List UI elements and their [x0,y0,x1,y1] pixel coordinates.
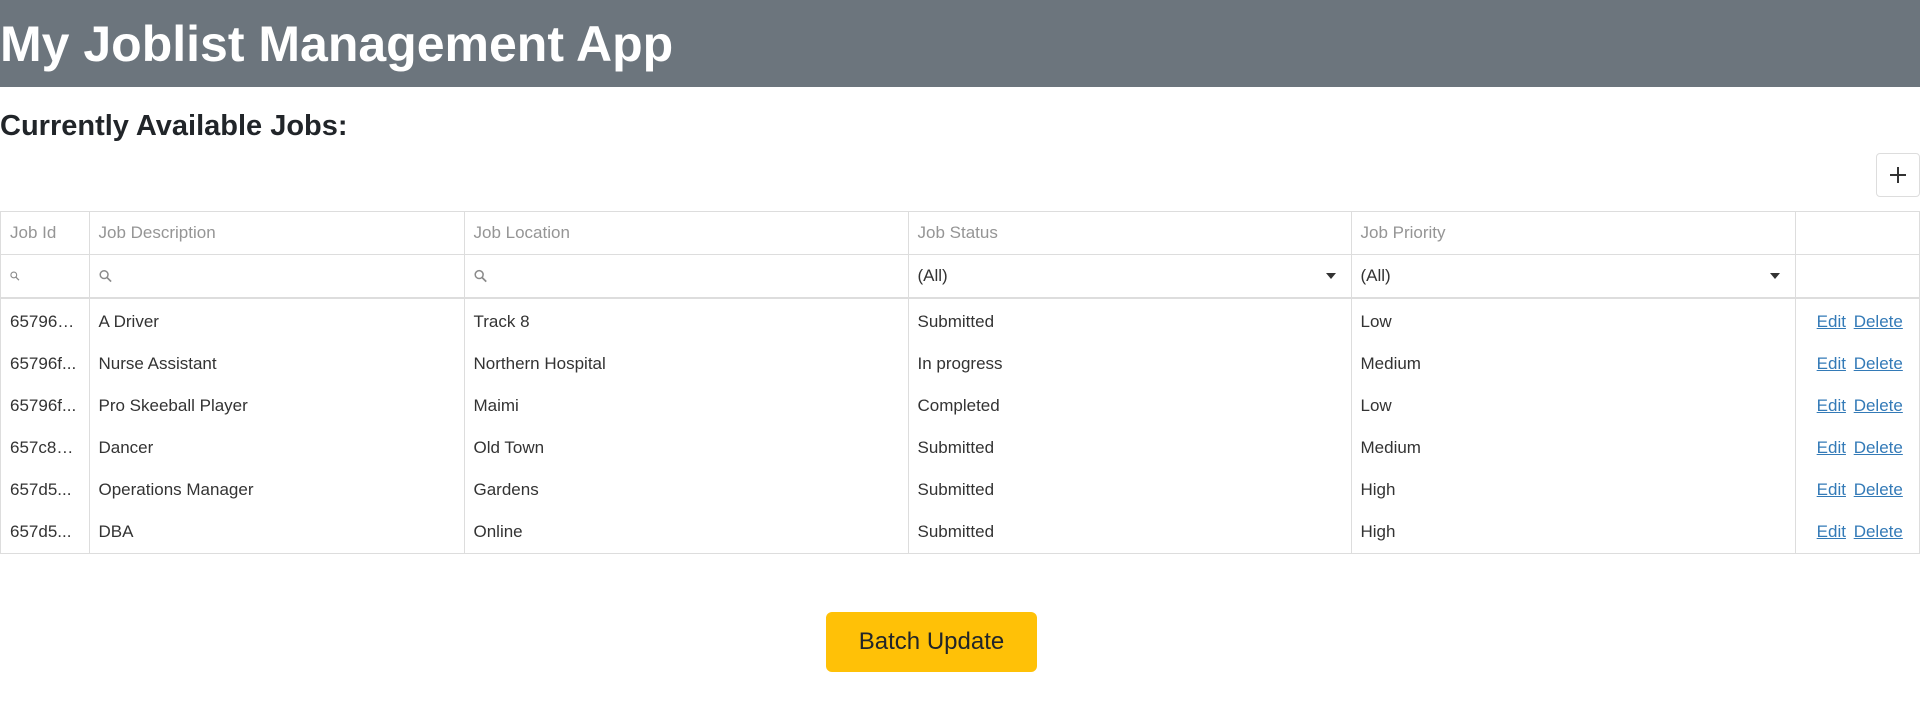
grid-toolbar [0,143,1920,198]
job-status-cell: Submitted [908,469,1352,511]
job-priority-cell: Medium [1351,427,1796,469]
delete-link[interactable]: Delete [1854,438,1903,457]
job-location-cell: Northern Hospital [464,343,909,385]
actions-cell: Edit Delete [1795,343,1920,385]
filter-cell-job-description [89,254,465,299]
job-priority-filter-value: (All) [1360,266,1391,285]
search-icon [98,269,112,283]
delete-link[interactable]: Delete [1854,396,1903,415]
job-location-cell: Gardens [464,469,909,511]
header-row: Job Id Job Description Job Location Job … [1,212,1920,255]
dropdown-caret-icon [1769,273,1780,279]
job-status-cell: Submitted [908,427,1352,469]
column-header-job-location[interactable]: Job Location [464,212,909,255]
table-row[interactable]: 65796f... Nurse Assistant Northern Hospi… [1,343,1920,385]
jobs-table: Job Id Job Description Job Location Job … [1,212,1920,553]
job-location-filter-input[interactable] [494,266,899,286]
app-title: My Joblist Management App [0,15,674,72]
job-status-filter-select[interactable]: (All) [908,254,1352,299]
job-id-cell: 657c86... [1,427,90,469]
job-status-cell: In progress [908,343,1352,385]
filter-row: (All) (All) [1,254,1920,299]
plus-icon [1890,167,1906,184]
delete-link[interactable]: Delete [1854,522,1903,541]
filter-cell-job-id [1,254,90,299]
job-description-cell: Operations Manager [89,469,465,511]
jobs-grid: Job Id Job Description Job Location Job … [0,211,1920,554]
delete-link[interactable]: Delete [1854,480,1903,499]
edit-link[interactable]: Edit [1817,354,1846,373]
job-priority-filter-select[interactable]: (All) [1351,254,1796,299]
job-priority-cell: High [1351,511,1796,553]
search-icon [473,269,487,283]
job-status-cell: Submitted [908,298,1352,343]
edit-link[interactable]: Edit [1817,480,1846,499]
job-location-cell: Track 8 [464,298,909,343]
job-id-cell: 65796e... [1,298,90,343]
table-row[interactable]: 657d5... DBA Online Submitted High Edit … [1,511,1920,553]
column-header-actions [1795,212,1920,255]
job-id-cell: 65796f... [1,385,90,427]
job-priority-cell: High [1351,469,1796,511]
job-description-cell: Dancer [89,427,465,469]
edit-link[interactable]: Edit [1817,522,1846,541]
column-header-job-priority[interactable]: Job Priority [1351,212,1796,255]
job-status-cell: Submitted [908,511,1352,553]
job-id-filter-input[interactable] [27,266,80,286]
filter-cell-job-location [464,254,909,299]
edit-link[interactable]: Edit [1817,312,1846,331]
job-description-cell: A Driver [89,298,465,343]
column-header-job-description[interactable]: Job Description [89,212,465,255]
column-header-job-status[interactable]: Job Status [908,212,1352,255]
job-priority-cell: Low [1351,385,1796,427]
actions-cell: Edit Delete [1795,427,1920,469]
search-icon [10,271,20,281]
job-description-filter-input[interactable] [119,266,455,286]
app-header: My Joblist Management App [0,0,1920,87]
job-description-cell: Nurse Assistant [89,343,465,385]
delete-link[interactable]: Delete [1854,312,1903,331]
actions-cell: Edit Delete [1795,385,1920,427]
job-description-cell: DBA [89,511,465,553]
edit-link[interactable]: Edit [1817,438,1846,457]
job-location-cell: Online [464,511,909,553]
job-id-cell: 657d5... [1,511,90,553]
job-id-cell: 65796f... [1,343,90,385]
delete-link[interactable]: Delete [1854,354,1903,373]
table-row[interactable]: 65796e... A Driver Track 8 Submitted Low… [1,298,1920,343]
section-title: Currently Available Jobs: [0,110,348,142]
add-job-button[interactable] [1876,153,1920,198]
table-row[interactable]: 65796f... Pro Skeeball Player Maimi Comp… [1,385,1920,427]
table-row[interactable]: 657c86... Dancer Old Town Submitted Medi… [1,427,1920,469]
job-status-filter-value: (All) [917,266,948,285]
job-location-cell: Maimi [464,385,909,427]
job-status-cell: Completed [908,385,1352,427]
job-id-cell: 657d5... [1,469,90,511]
actions-cell: Edit Delete [1795,298,1920,343]
job-priority-cell: Medium [1351,343,1796,385]
filter-cell-actions [1795,254,1920,299]
dropdown-caret-icon [1325,273,1336,279]
job-priority-cell: Low [1351,298,1796,343]
batch-update-button[interactable]: Batch Update [826,612,1037,672]
column-header-job-id[interactable]: Job Id [1,212,90,255]
batch-update-area: Batch Update [826,612,1037,672]
actions-cell: Edit Delete [1795,511,1920,553]
table-row[interactable]: 657d5... Operations Manager Gardens Subm… [1,469,1920,511]
job-location-cell: Old Town [464,427,909,469]
job-description-cell: Pro Skeeball Player [89,385,465,427]
edit-link[interactable]: Edit [1817,396,1846,415]
actions-cell: Edit Delete [1795,469,1920,511]
